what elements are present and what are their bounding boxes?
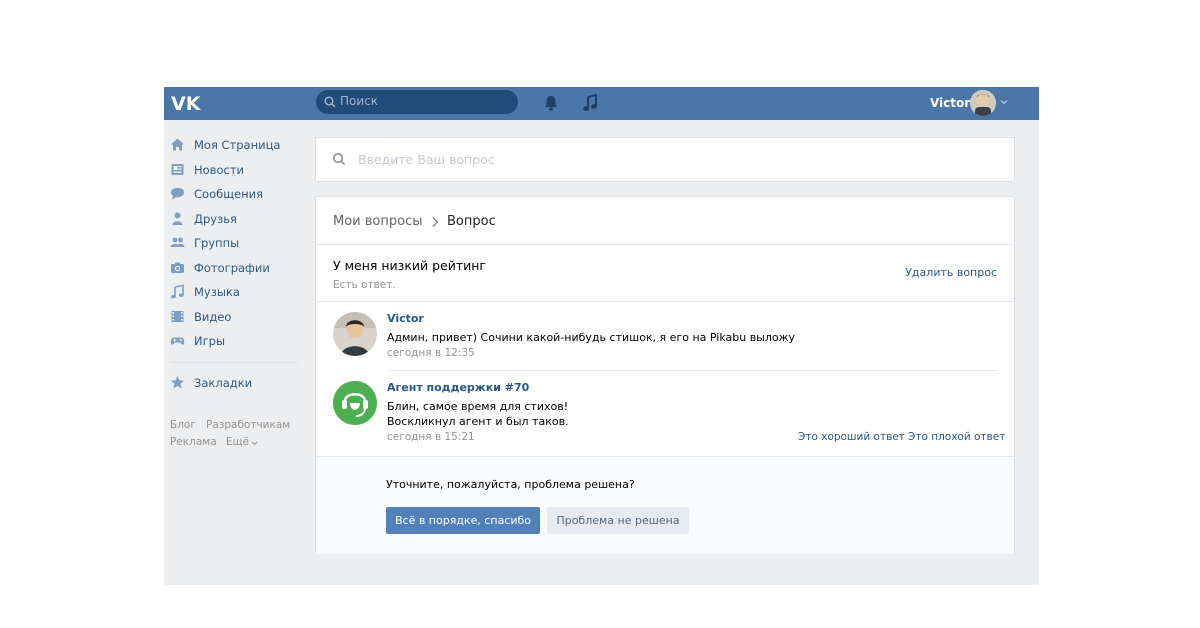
good-answer-link[interactable]: Это хороший ответ (798, 431, 905, 443)
sidebar-item-music[interactable]: Музыка (170, 281, 300, 303)
footer-link-blog[interactable]: Блог (170, 419, 196, 431)
groups-icon (170, 237, 185, 247)
chevron-down-icon (251, 441, 258, 446)
sidebar-item-label: Сообщения (194, 187, 264, 201)
question-search-input[interactable]: Введите Ваш вопрос (358, 152, 495, 167)
sidebar-item-messages[interactable]: Сообщения (170, 183, 300, 205)
vk-logo-icon[interactable]: VK (170, 92, 202, 114)
home-icon (171, 138, 184, 151)
sidebar-item-photos[interactable]: Фотографии (170, 257, 300, 279)
message-avatar-support-agent[interactable] (333, 381, 377, 425)
resolution-prompt: Уточните, пожалуйста, проблема решена? (386, 478, 635, 491)
breadcrumb-my-questions[interactable]: Мои вопросы (333, 214, 422, 229)
user-photo (333, 312, 377, 356)
gamepad-icon (170, 337, 185, 345)
sidebar-item-groups[interactable]: Группы (170, 232, 300, 254)
delete-question-link[interactable]: Удалить вопрос (905, 266, 997, 279)
sidebar-item-friends[interactable]: Друзья (170, 208, 300, 230)
footer-link-more[interactable]: Ещё (226, 436, 249, 448)
question-title: У меня низкий рейтинг (333, 258, 486, 273)
search-icon (324, 96, 336, 108)
star-icon (171, 376, 184, 389)
vk-window: VK Поиск Victor Моя Страница Новости Соо… (164, 87, 1039, 585)
question-search-card: Введите Ваш вопрос (315, 137, 1015, 182)
sidebar-item-label: Игры (194, 334, 226, 348)
user-avatar-image (970, 90, 996, 116)
message-text: Админ, привет) Сочини какой-нибудь стишо… (387, 331, 796, 344)
search-icon (332, 152, 346, 166)
chevron-down-icon[interactable] (1000, 98, 1008, 106)
message-time: сегодня в 12:35 (387, 347, 475, 359)
divider (316, 301, 1014, 302)
resolution-panel: Уточните, пожалуйста, проблема решена? В… (316, 456, 1014, 554)
user-name[interactable]: Victor (930, 96, 970, 110)
question-card: Мои вопросы Вопрос У меня низкий рейтинг… (315, 196, 1015, 554)
top-header: VK Поиск Victor (164, 87, 1039, 120)
message-time: сегодня в 15:21 (387, 431, 475, 443)
bell-icon[interactable] (542, 94, 560, 112)
sidebar-item-bookmarks[interactable]: Закладки (170, 372, 300, 394)
sidebar-divider (170, 362, 298, 363)
sidebar-item-label: Друзья (194, 212, 237, 226)
sidebar-item-label: Моя Страница (194, 138, 281, 152)
sidebar-item-label: Новости (194, 163, 244, 177)
message-avatar-victor[interactable] (333, 312, 377, 356)
chevron-right-icon (432, 217, 439, 227)
sidebar-item-label: Фотографии (194, 261, 270, 275)
question-status: Есть ответ. (333, 279, 396, 291)
video-icon (171, 311, 184, 322)
search-input[interactable]: Поиск (316, 90, 518, 114)
footer-link-ads[interactable]: Реклама (170, 436, 217, 448)
news-icon (171, 164, 184, 175)
rate-separator: · (899, 431, 903, 443)
sidebar-item-games[interactable]: Игры (170, 330, 300, 352)
music-note-icon[interactable] (582, 94, 598, 112)
sidebar-item-news[interactable]: Новости (170, 159, 300, 181)
support-agent-icon (333, 381, 377, 425)
divider (316, 244, 1014, 245)
svg-text:VK: VK (171, 93, 202, 114)
sidebar-item-my-page[interactable]: Моя Страница (170, 134, 300, 156)
user-avatar[interactable] (970, 90, 996, 116)
message-author[interactable]: Агент поддержки #70 (387, 381, 529, 394)
messages-icon (171, 187, 184, 200)
camera-icon (171, 262, 184, 273)
search-placeholder: Поиск (340, 94, 379, 108)
sidebar-item-label: Видео (194, 310, 232, 324)
sidebar-item-label: Музыка (194, 285, 240, 299)
sidebar-item-video[interactable]: Видео (170, 306, 300, 328)
breadcrumb-current: Вопрос (447, 214, 496, 229)
friends-icon (172, 212, 183, 225)
footer-link-developers[interactable]: Разработчикам (206, 419, 290, 431)
music-icon (170, 284, 184, 299)
message-author[interactable]: Victor (387, 312, 424, 325)
message-text-line-1: Блин, самое время для стихов! (387, 400, 569, 413)
message-divider (387, 370, 998, 371)
resolved-button[interactable]: Всё в порядке, спасибо (386, 507, 540, 534)
message-text-line-2: Воскликнул агент и был таков. (387, 415, 569, 428)
sidebar-item-label: Закладки (194, 376, 253, 390)
not-resolved-button[interactable]: Проблема не решена (547, 507, 689, 534)
bad-answer-link[interactable]: Это плохой ответ (908, 431, 1005, 443)
sidebar-item-label: Группы (194, 236, 240, 250)
